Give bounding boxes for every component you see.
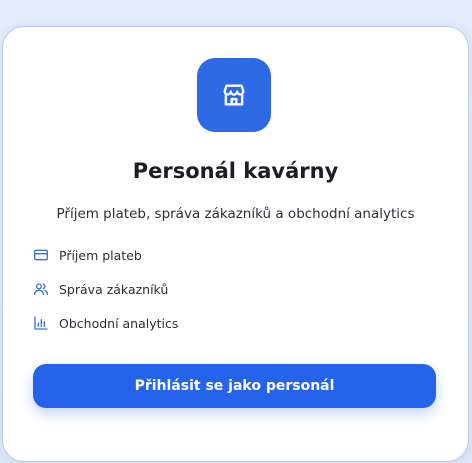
page-title: Personál kavárny: [132, 159, 339, 183]
bar-chart-icon: [33, 315, 49, 331]
feature-item-customers: Správa zákazníků: [33, 281, 168, 297]
credit-card-icon: [33, 247, 49, 263]
store-icon: [223, 84, 245, 106]
page-subtitle: Příjem plateb, správa zákazníků a obchod…: [56, 206, 415, 222]
staff-login-button[interactable]: Přihlásit se jako personál: [33, 364, 436, 408]
feature-item-analytics: Obchodní analytics: [33, 315, 178, 331]
login-card: Personál kavárny Příjem plateb, správa z…: [2, 26, 469, 462]
feature-label: Příjem plateb: [59, 247, 142, 263]
logo-badge: [197, 58, 271, 132]
feature-label: Správa zákazníků: [59, 281, 169, 297]
feature-label: Obchodní analytics: [59, 315, 179, 331]
users-icon: [33, 281, 49, 297]
feature-item-payments: Příjem plateb: [33, 247, 142, 263]
app-background: Personál kavárny Příjem plateb, správa z…: [0, 0, 472, 463]
